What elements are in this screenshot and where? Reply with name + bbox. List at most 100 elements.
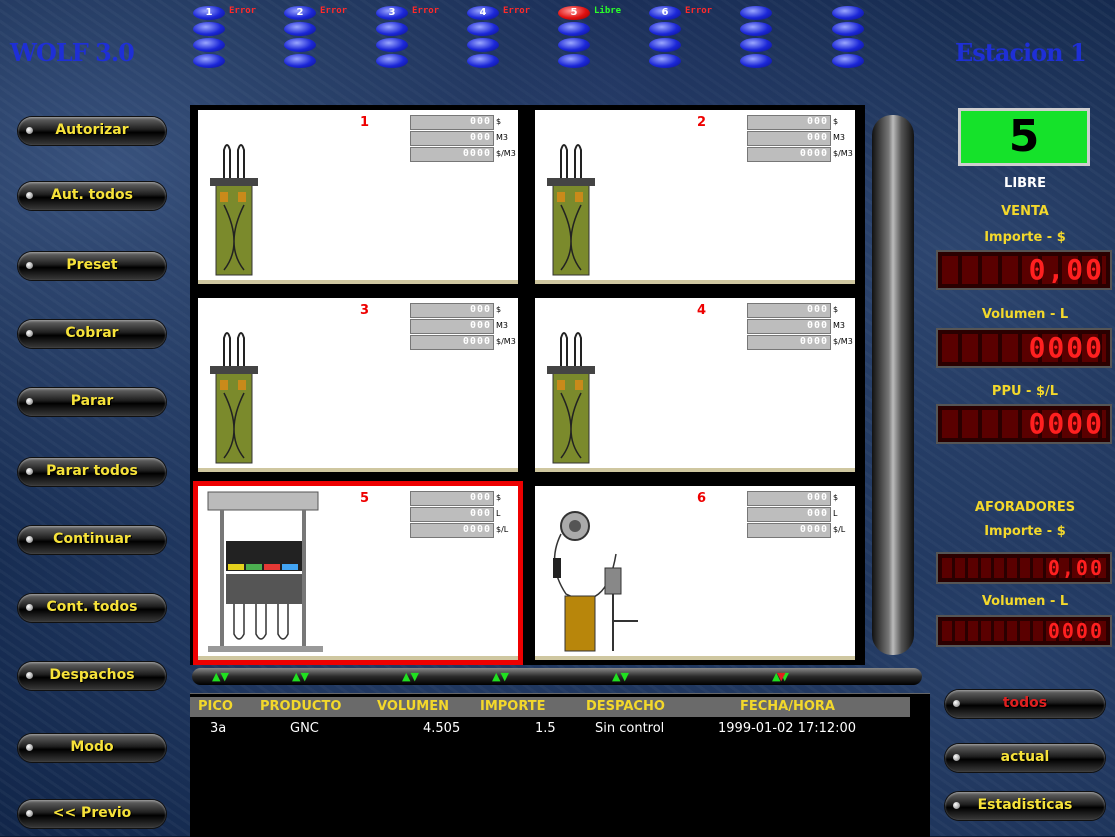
- aforadores-volumen-label: Volumen - L: [981, 594, 1069, 609]
- app-title: WOLF 3.0: [10, 38, 135, 67]
- readout-digits: 000: [806, 132, 828, 143]
- left-button-9[interactable]: Despachos: [18, 662, 166, 690]
- status-led-icon: [649, 22, 681, 36]
- filter-arrows-icon[interactable]: ▲▼: [212, 670, 229, 683]
- status-led-icon: 6: [649, 6, 681, 20]
- pump-readout: 0000: [747, 147, 831, 162]
- status-text: Error: [685, 6, 713, 16]
- left-button-label: Cobrar: [65, 325, 119, 341]
- left-button-3[interactable]: Preset: [18, 252, 166, 280]
- table-header-cell[interactable]: IMPORTE: [480, 699, 546, 714]
- left-button-11[interactable]: << Previo: [18, 800, 166, 828]
- readout-unit: $/M3: [833, 337, 853, 346]
- status-led-icon: [284, 38, 316, 52]
- compressor-icon: [553, 511, 638, 652]
- status-column-3: 3 Error: [376, 6, 439, 70]
- table-cell: Sin control: [595, 721, 665, 736]
- status-led-icon: 5: [558, 6, 590, 20]
- readout-digits: 000: [806, 304, 828, 315]
- readout-digits: 000: [469, 320, 491, 331]
- readout-unit: M3: [833, 133, 845, 142]
- pump-cell-1[interactable]: 1 000 $000 M3 0000 $/M3: [198, 110, 518, 284]
- readout-digits: 000: [806, 508, 828, 519]
- status-led-icon: [193, 22, 225, 36]
- left-button-10[interactable]: Modo: [18, 734, 166, 762]
- readout-unit: $: [496, 493, 502, 502]
- readout-digits: 000: [469, 492, 491, 503]
- table-header-cell[interactable]: PICO: [198, 699, 233, 714]
- left-button-8[interactable]: Cont. todos: [18, 594, 166, 622]
- status-led-icon: [376, 22, 408, 36]
- pump-readout: 000: [747, 131, 831, 146]
- status-led-number: 2: [296, 7, 304, 18]
- filter-arrows-icon[interactable]: ▲▼: [402, 670, 419, 683]
- status-led-number: 3: [388, 7, 396, 18]
- dispatch-table: PICO PRODUCTO VOLUMEN IMPORTE DESPACHO FECHA/…: [190, 693, 930, 837]
- readout-digits: 000: [469, 132, 491, 143]
- left-button-1[interactable]: Autorizar: [18, 117, 166, 145]
- pump-number: 6: [697, 491, 707, 506]
- venta-label: VENTA: [1001, 204, 1049, 219]
- filter-arrows-icon[interactable]: ▲▼: [492, 670, 509, 683]
- pump-number: 3: [360, 303, 370, 318]
- readout-digits: 0000: [462, 336, 491, 347]
- estadisticas-button[interactable]: Estadisticas: [945, 792, 1105, 820]
- status-led-icon: [193, 54, 225, 68]
- filter-arrow-down-icon[interactable]: ▼: [777, 670, 785, 683]
- status-column-7: [740, 6, 774, 70]
- left-button-2[interactable]: Aut. todos: [18, 182, 166, 210]
- status-led-icon: [649, 54, 681, 68]
- pump-readout: 000: [410, 303, 494, 318]
- importe-label: Importe - $: [984, 230, 1066, 245]
- gas-tank-icon: [210, 332, 258, 464]
- gas-tank-icon: [547, 144, 595, 276]
- status-led-icon: 1: [193, 6, 225, 20]
- pump-readout: 000: [747, 491, 831, 506]
- pump-readout: 000: [410, 319, 494, 334]
- pump-readout: 0000: [410, 147, 494, 162]
- horizontal-scrollbar[interactable]: ▲▼ ▲▼ ▲▼ ▲▼ ▲▼ ▲▼ ▼: [192, 668, 922, 685]
- left-button-4[interactable]: Cobrar: [18, 320, 166, 348]
- pump-cell-3[interactable]: 3 000 $000 M3 0000 $/M3: [198, 298, 518, 472]
- table-header-cell[interactable]: PRODUCTO: [260, 699, 341, 714]
- readout-unit: M3: [496, 321, 508, 330]
- pump-number: 1: [360, 115, 370, 130]
- actual-button[interactable]: actual: [945, 744, 1105, 772]
- status-column-5: 5 Libre: [558, 6, 621, 70]
- aforadores-importe-display: 0,00: [936, 552, 1112, 584]
- status-led-icon: [558, 22, 590, 36]
- pump-grid: 1 000 $000 M3 0000 $/M3 2 000 $000 M3 0000 $/M3 3 000…: [190, 105, 865, 665]
- aforadores-volumen-display: 0000: [936, 615, 1112, 647]
- pump-cell-6[interactable]: 6 000 $000 L 0000 $/L: [535, 486, 855, 660]
- filter-arrows-icon[interactable]: ▲▼: [292, 670, 309, 683]
- left-button-label: Cont. todos: [46, 599, 138, 615]
- pump-cell-5[interactable]: 5 000 $000 L 0000 $/L: [193, 481, 523, 665]
- ppu-value: 0000: [1028, 407, 1104, 440]
- table-header-cell[interactable]: FECHA/HORA: [740, 699, 835, 714]
- readout-unit: L: [496, 509, 501, 518]
- ppu-label: PPU - $/L: [991, 384, 1059, 399]
- readout-unit: $: [833, 117, 839, 126]
- aforadores-importe-label: Importe - $: [984, 524, 1066, 539]
- vertical-scrollbar[interactable]: [872, 115, 914, 655]
- status-led-icon: [740, 54, 772, 68]
- pump-readout: 000: [747, 507, 831, 522]
- actual-button-label: actual: [1000, 749, 1050, 765]
- readout-unit: M3: [496, 133, 508, 142]
- ppu-display: 0000: [936, 404, 1112, 444]
- readout-digits: 000: [806, 116, 828, 127]
- filter-arrows-icon[interactable]: ▲▼: [612, 670, 629, 683]
- pump-cell-4[interactable]: 4 000 $000 M3 0000 $/M3: [535, 298, 855, 472]
- pump-readout: 0000: [410, 523, 494, 538]
- left-button-5[interactable]: Parar: [18, 388, 166, 416]
- table-header-cell[interactable]: VOLUMEN: [377, 699, 449, 714]
- readout-digits: 000: [469, 304, 491, 315]
- pump-number: 2: [697, 115, 707, 130]
- left-button-6[interactable]: Parar todos: [18, 458, 166, 486]
- left-button-7[interactable]: Continuar: [18, 526, 166, 554]
- status-led-icon: [832, 54, 864, 68]
- todos-button[interactable]: todos: [945, 690, 1105, 718]
- pump-cell-2[interactable]: 2 000 $000 M3 0000 $/M3: [535, 110, 855, 284]
- table-cell: 1.5: [535, 721, 556, 736]
- table-header-cell[interactable]: DESPACHO: [586, 699, 665, 714]
